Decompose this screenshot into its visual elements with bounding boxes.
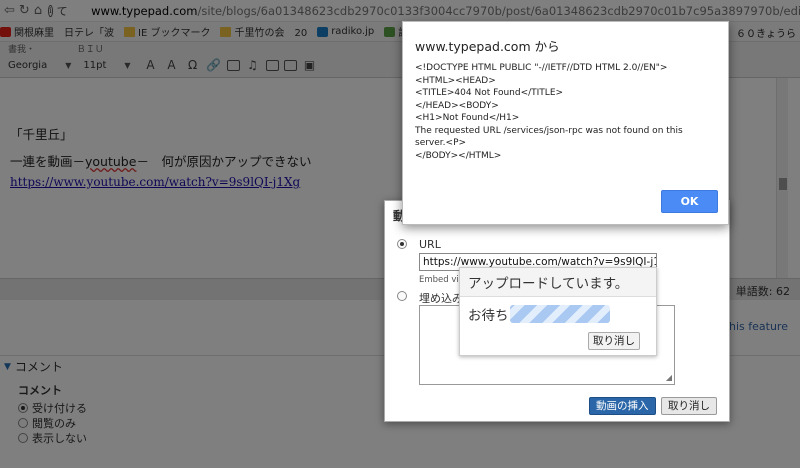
- alert-line: </BODY></HTML>: [415, 150, 502, 161]
- resize-handle-icon[interactable]: ◢: [666, 373, 672, 382]
- url-radio[interactable]: [397, 239, 407, 249]
- alert-dialog: www.typepad.com から <!DOCTYPE HTML PUBLIC…: [402, 21, 729, 225]
- alert-line: <H1>Not Found</H1>: [415, 113, 520, 123]
- progress-bar: [510, 305, 610, 323]
- upload-title: アップロードしています。: [460, 268, 656, 297]
- url-label: URL: [419, 238, 441, 251]
- embed-radio[interactable]: [397, 291, 407, 301]
- cancel-button[interactable]: 取り消し: [661, 397, 717, 415]
- insert-video-button[interactable]: 動画の挿入: [589, 397, 656, 415]
- alert-message: <!DOCTYPE HTML PUBLIC "-//IETF//DTD HTML…: [415, 62, 715, 162]
- embed-label: 埋め込み: [419, 292, 463, 305]
- alert-line: <TITLE>404 Not Found</TITLE>: [415, 88, 564, 98]
- wait-text: お待ち: [468, 308, 509, 324]
- alert-header: www.typepad.com から: [415, 39, 560, 54]
- alert-line: </HEAD><BODY>: [415, 100, 499, 111]
- alert-line: The requested URL /services/json-rpc was…: [415, 125, 683, 136]
- ok-button[interactable]: OK: [661, 190, 718, 213]
- upload-progress-popup: アップロードしています。 お待ち 取り消し: [459, 267, 657, 356]
- upload-cancel-button[interactable]: 取り消し: [588, 332, 640, 350]
- alert-line: server.<P>: [415, 138, 467, 148]
- alert-line: <HTML><HEAD>: [415, 75, 496, 86]
- alert-line: <!DOCTYPE HTML PUBLIC "-//IETF//DTD HTML…: [415, 63, 668, 73]
